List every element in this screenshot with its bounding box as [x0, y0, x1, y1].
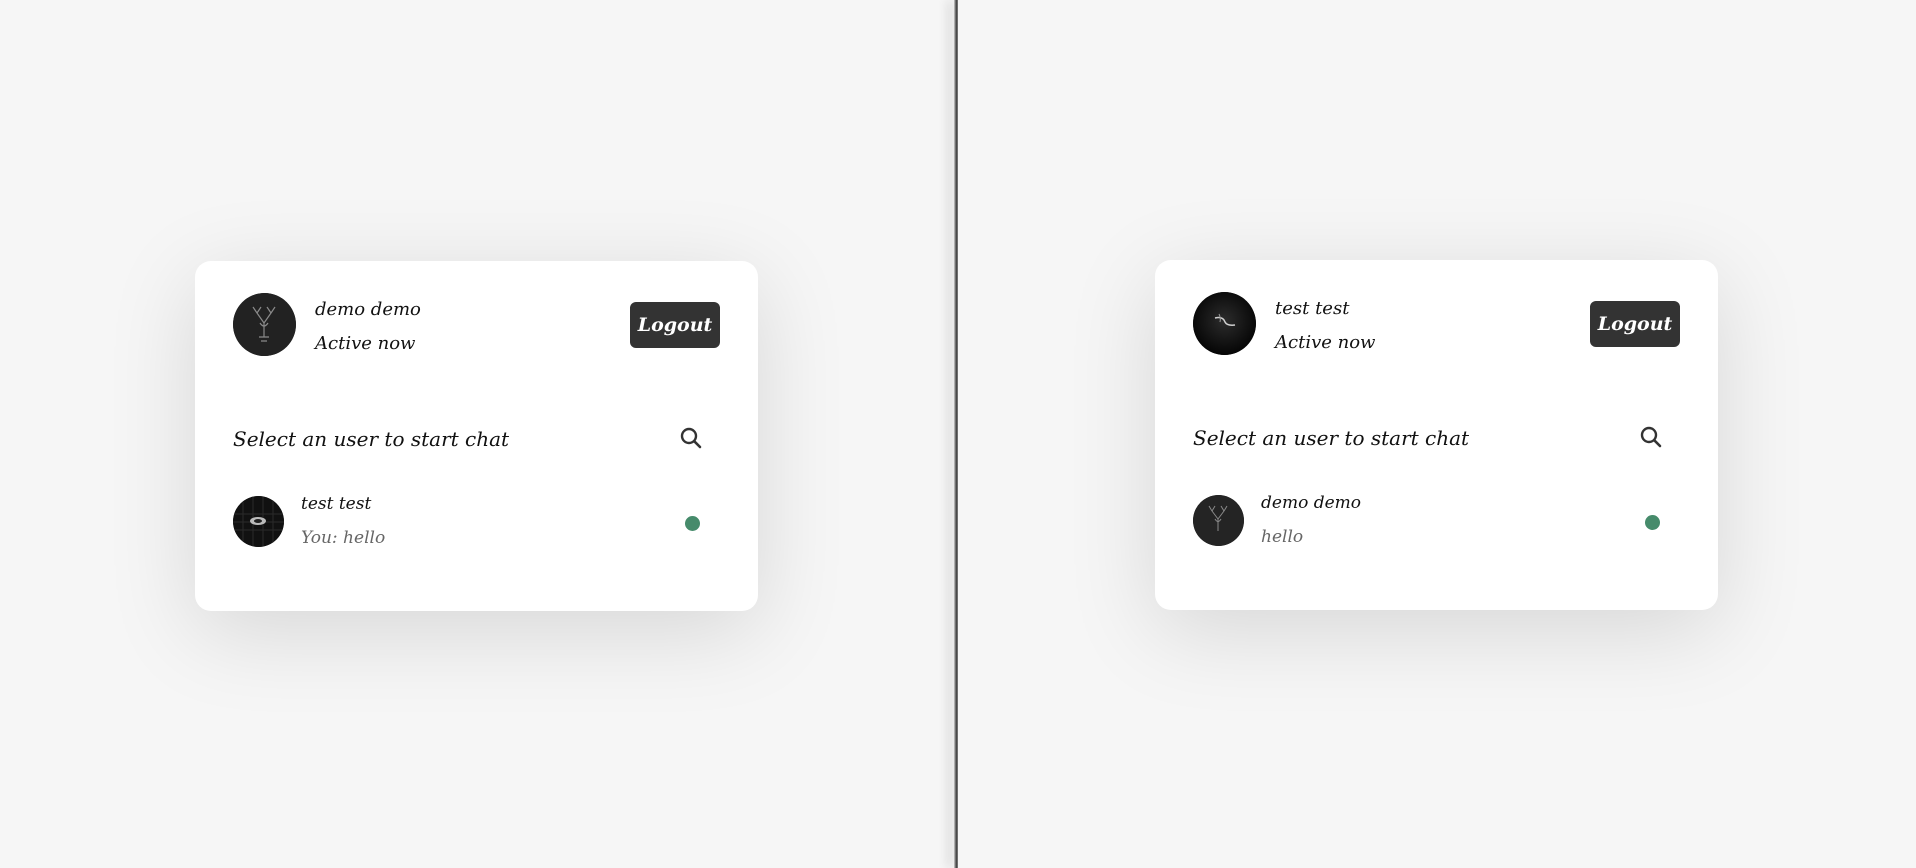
profile-header: test test Active now Logout	[1193, 292, 1680, 356]
user-list-item[interactable]: test test You: hello	[233, 494, 720, 548]
search-label: Select an user to start chat	[233, 427, 510, 451]
logout-button[interactable]: Logout	[1590, 301, 1680, 347]
profile-status: Active now	[1275, 332, 1376, 353]
last-message: hello	[1261, 527, 1304, 547]
user-name: test test	[301, 494, 372, 514]
right-window: test test Active now Logout Select an us…	[958, 0, 1916, 868]
deer-avatar-icon	[233, 293, 296, 356]
chat-users-card: demo demo Active now Logout Select an us…	[195, 261, 758, 611]
profile-name: test test	[1275, 298, 1350, 319]
search-bar: Select an user to start chat	[1193, 418, 1680, 458]
search-icon[interactable]	[676, 423, 706, 453]
dark-avatar-icon	[1193, 292, 1256, 355]
profile-header: demo demo Active now Logout	[233, 293, 720, 357]
online-status-dot	[1645, 515, 1660, 530]
left-window: demo demo Active now Logout Select an us…	[0, 0, 954, 868]
user-list-item[interactable]: demo demo hello	[1193, 493, 1680, 547]
dark-avatar-icon	[233, 496, 284, 547]
search-icon[interactable]	[1636, 422, 1666, 452]
chat-users-card: test test Active now Logout Select an us…	[1155, 260, 1718, 610]
profile-name: demo demo	[315, 299, 421, 320]
user-name: demo demo	[1261, 493, 1361, 513]
logout-button[interactable]: Logout	[630, 302, 720, 348]
search-bar: Select an user to start chat	[233, 419, 720, 459]
search-label: Select an user to start chat	[1193, 426, 1470, 450]
last-message: You: hello	[301, 528, 386, 548]
deer-avatar-icon	[1193, 495, 1244, 546]
online-status-dot	[685, 516, 700, 531]
profile-status: Active now	[315, 333, 416, 354]
